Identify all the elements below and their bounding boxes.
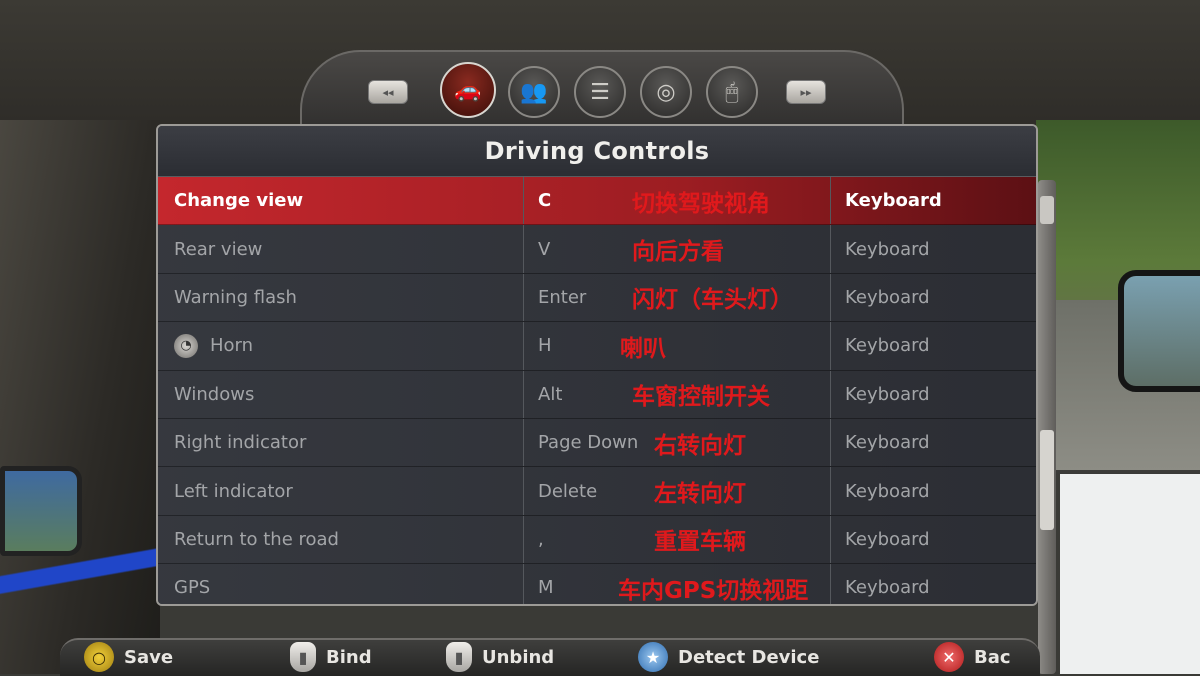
- mouse-tab-icon[interactable]: 🖱: [706, 66, 758, 118]
- chinese-annotation: 右转向灯: [654, 432, 746, 459]
- chinese-annotation: 闪灯（车头灯）: [632, 287, 793, 314]
- white-panel-right: [1060, 474, 1200, 674]
- back-button[interactable]: ✕ Bac: [934, 640, 1011, 674]
- side-mirror-right: [1118, 270, 1200, 392]
- steering-wheel-tab-icon[interactable]: ◎: [640, 66, 692, 118]
- unbind-button[interactable]: ▮ Unbind: [446, 640, 554, 674]
- key-label: Delete: [538, 480, 598, 502]
- binding-row-windows[interactable]: Windows Alt 车窗控制开关 Keyboard: [158, 370, 1036, 419]
- steering-wheel-icon: ◎: [656, 79, 676, 105]
- action-label: Left indicator: [174, 480, 293, 502]
- binding-row-change-view[interactable]: Change view C 切换驾驶视角 Keyboard: [158, 177, 1036, 226]
- star-icon: ★: [638, 642, 668, 672]
- action-label: Windows: [174, 383, 255, 405]
- key-label: Page Down: [538, 432, 639, 454]
- mouse-left-icon: ▮: [290, 642, 316, 672]
- device-label: Keyboard: [845, 577, 930, 599]
- save-button[interactable]: ○ Save: [84, 640, 173, 674]
- people-tab-icon[interactable]: 👥: [508, 66, 560, 118]
- device-label: Keyboard: [845, 528, 930, 550]
- horn-icon: ◔: [174, 333, 198, 358]
- binding-row-right-indicator[interactable]: Right indicator Page Down 右转向灯 Keyboard: [158, 418, 1036, 468]
- people-icon: 👥: [520, 79, 548, 105]
- page-title: Driving Controls: [158, 126, 1036, 177]
- chinese-annotation: 向后方看: [632, 239, 724, 266]
- prev-category-button[interactable]: ◂◂: [368, 80, 408, 104]
- bind-button[interactable]: ▮ Bind: [290, 640, 372, 674]
- key-label: ,: [538, 528, 544, 550]
- detect-device-button[interactable]: ★ Detect Device: [638, 640, 819, 674]
- key-label: Enter: [538, 286, 587, 308]
- detect-label: Detect Device: [678, 646, 820, 668]
- device-label: Keyboard: [845, 335, 930, 357]
- binding-row-horn[interactable]: ◔ Horn H 喇叭 Keyboard: [158, 322, 1036, 371]
- key-label: V: [538, 238, 551, 260]
- key-label: M: [538, 577, 554, 599]
- action-label: GPS: [174, 577, 211, 599]
- settings-list-tab-icon[interactable]: ☰: [574, 66, 626, 118]
- controls-panel: Driving Controls Change view C 切换驾驶视角 Key…: [156, 124, 1038, 606]
- binding-row-left-indicator[interactable]: Left indicator Delete 左转向灯 Keyboard: [158, 467, 1036, 516]
- close-icon: ✕: [934, 642, 964, 672]
- chinese-annotation: 切换驾驶视角: [632, 190, 770, 217]
- key-label: Alt: [538, 383, 563, 405]
- binding-row-warning-flash[interactable]: Warning flash Enter 闪灯（车头灯） Keyboard: [158, 273, 1036, 323]
- car-tab-icon[interactable]: 🚗: [440, 62, 496, 118]
- chinese-annotation: 左转向灯: [654, 481, 746, 508]
- car-icon: 🚗: [454, 77, 482, 103]
- device-label: Keyboard: [845, 432, 930, 454]
- action-label: Right indicator: [174, 432, 307, 454]
- action-label: Return to the road: [174, 528, 339, 550]
- unbind-label: Unbind: [482, 646, 555, 668]
- scrollbar-thumb[interactable]: [1040, 430, 1054, 530]
- chinese-annotation: 车内GPS切换视距: [618, 577, 809, 604]
- action-label: Change view: [174, 190, 304, 212]
- mouse-icon: 🖱: [725, 79, 739, 105]
- back-label: Bac: [974, 646, 1011, 668]
- key-label: C: [538, 190, 552, 212]
- scrollbar-track[interactable]: [1038, 180, 1056, 674]
- device-label: Keyboard: [845, 383, 930, 405]
- binding-row-return-to-road[interactable]: Return to the road , 重置车辆 Keyboard: [158, 515, 1036, 565]
- side-mirror-left: [0, 466, 82, 556]
- action-label: Rear view: [174, 238, 263, 260]
- action-label: Warning flash: [174, 286, 297, 308]
- bindings-list: Change view C 切换驾驶视角 Keyboard Rear view V…: [158, 177, 1036, 604]
- chinese-annotation: 喇叭: [620, 335, 666, 362]
- binding-row-gps[interactable]: GPS M 车内GPS切换视距 Keyboard: [158, 564, 1036, 604]
- device-label: Keyboard: [845, 480, 930, 502]
- bind-label: Bind: [326, 646, 372, 668]
- scroll-up-button[interactable]: [1040, 196, 1054, 224]
- key-label: H: [538, 335, 552, 357]
- settings-list-icon: ☰: [590, 79, 610, 105]
- device-label: Keyboard: [845, 286, 930, 308]
- mouse-right-icon: ▮: [446, 642, 472, 672]
- action-label: Horn: [210, 335, 254, 357]
- next-category-button[interactable]: ▸▸: [786, 80, 826, 104]
- chinese-annotation: 车窗控制开关: [632, 384, 770, 411]
- save-icon: ○: [84, 642, 114, 672]
- save-label: Save: [124, 646, 174, 668]
- binding-row-rear-view[interactable]: Rear view V 向后方看 Keyboard: [158, 225, 1036, 274]
- chinese-annotation: 重置车辆: [654, 529, 746, 556]
- device-label: Keyboard: [845, 190, 942, 212]
- device-label: Keyboard: [845, 238, 930, 260]
